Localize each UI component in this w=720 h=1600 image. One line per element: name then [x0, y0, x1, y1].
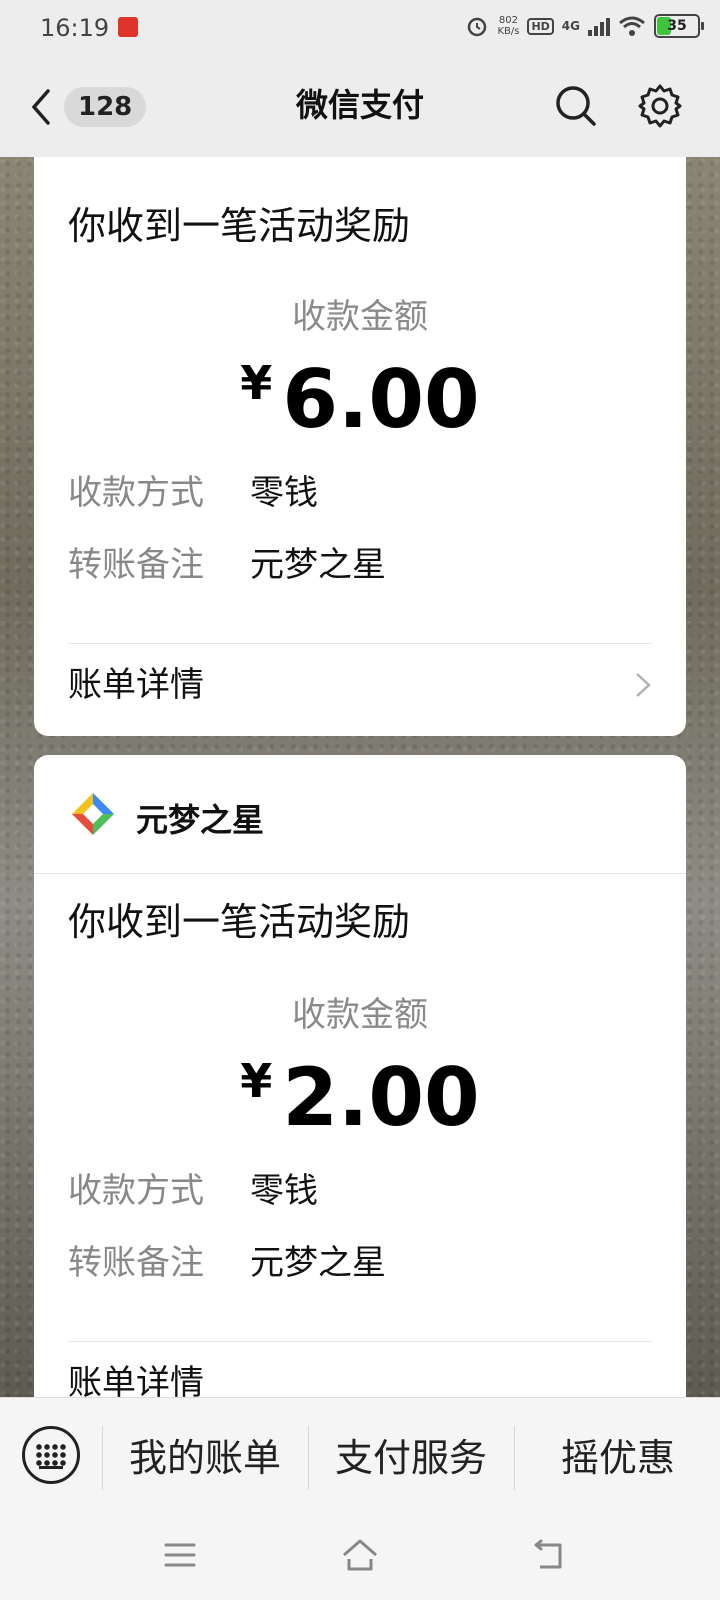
- transfer-note-row: 转账备注 元梦之星: [68, 537, 386, 586]
- amount-value: 6.00: [282, 353, 480, 446]
- status-icons: 802 KB/s HD 4G 35: [465, 14, 704, 38]
- payment-card[interactable]: 你收到一笔活动奖励 收款金额 ¥6.00 收款方式 零钱 转账备注 元梦之星 账单详…: [34, 157, 686, 736]
- menu-payment-services[interactable]: 支付服务: [310, 1398, 512, 1518]
- keyboard-toggle-button[interactable]: [22, 1426, 80, 1484]
- net-speed: 802 KB/s: [497, 15, 519, 37]
- search-icon[interactable]: [552, 82, 600, 130]
- gear-icon[interactable]: [636, 82, 684, 130]
- back-button[interactable]: 128: [28, 84, 148, 130]
- amount-label: 收款金额: [292, 297, 428, 337]
- transfer-note-row: 转账备注 元梦之星: [68, 1235, 386, 1284]
- payment-method-row: 收款方式 零钱: [68, 465, 318, 514]
- back-nav-icon[interactable]: [530, 1535, 570, 1575]
- card-title: 你收到一笔活动奖励: [68, 900, 411, 944]
- transfer-note-value: 元梦之星: [250, 1243, 386, 1283]
- keyboard-icon: [35, 1443, 67, 1467]
- currency-symbol: ¥: [240, 1054, 273, 1108]
- payment-method-label: 收款方式: [68, 473, 204, 513]
- chevron-right-icon: [636, 673, 651, 697]
- card-title: 你收到一笔活动奖励: [68, 204, 411, 248]
- amount: ¥6.00: [34, 353, 686, 446]
- status-time: 16:19: [40, 14, 110, 42]
- chevron-left-icon: [31, 89, 50, 125]
- merchant-header[interactable]: 元梦之星: [34, 755, 686, 874]
- status-bar: 16:19 802 KB/s HD 4G 35: [0, 0, 720, 56]
- menu-icon[interactable]: [160, 1535, 200, 1575]
- hd-icon: HD: [527, 17, 554, 35]
- app-header: 128 微信支付: [0, 56, 720, 157]
- home-icon[interactable]: [340, 1535, 380, 1575]
- net-speed-unit: KB/s: [497, 26, 520, 37]
- currency-symbol: ¥: [240, 356, 273, 410]
- amount-value: 2.00: [282, 1051, 480, 1144]
- alarm-icon: [468, 17, 487, 37]
- notification-icon: [118, 17, 138, 37]
- cell-bars-icon: [588, 18, 610, 36]
- divider: [68, 643, 652, 644]
- bill-details-link[interactable]: 账单详情: [68, 657, 652, 717]
- wifi-icon: [619, 16, 645, 36]
- payment-method-label: 收款方式: [68, 1171, 204, 1211]
- divider: [514, 1426, 515, 1490]
- battery-icon: 35: [654, 14, 704, 38]
- unread-count-badge: 128: [64, 87, 147, 127]
- payment-method-value: 零钱: [250, 473, 318, 513]
- amount: ¥2.00: [34, 1051, 686, 1144]
- battery-level: 35: [667, 18, 687, 34]
- amount-label: 收款金额: [292, 995, 428, 1035]
- payment-method-value: 零钱: [250, 1171, 318, 1211]
- bill-details-label: 账单详情: [68, 665, 204, 705]
- transfer-note-value: 元梦之星: [250, 545, 386, 585]
- payment-method-row: 收款方式 零钱: [68, 1163, 318, 1212]
- menu-shake-offers[interactable]: 摇优惠: [516, 1398, 720, 1518]
- merchant-logo-icon: [72, 793, 114, 835]
- transfer-note-label: 转账备注: [68, 1243, 204, 1283]
- system-nav-bar: [0, 1517, 720, 1600]
- transfer-note-label: 转账备注: [68, 545, 204, 585]
- payment-card[interactable]: 元梦之星 你收到一笔活动奖励 收款金额 ¥2.00 收款方式 零钱 转账备注 元梦之…: [34, 755, 686, 1415]
- merchant-name: 元梦之星: [136, 801, 265, 839]
- signal-icon: 4G: [561, 19, 580, 33]
- divider: [68, 1341, 652, 1342]
- menu-my-bills[interactable]: 我的账单: [104, 1398, 306, 1518]
- divider: [102, 1426, 103, 1490]
- bottom-menu-bar: 我的账单 支付服务 摇优惠: [0, 1397, 720, 1518]
- net-speed-value: 802: [498, 15, 518, 26]
- divider: [308, 1426, 309, 1490]
